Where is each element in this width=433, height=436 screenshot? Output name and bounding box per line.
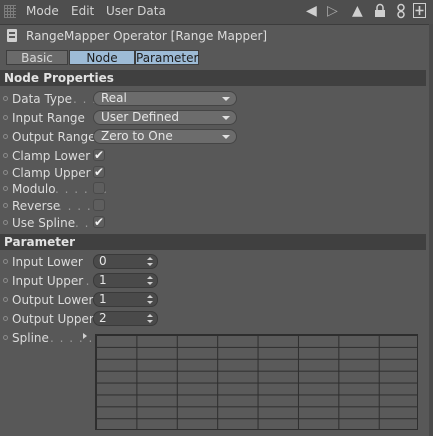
chevron-down-icon — [222, 116, 230, 120]
output-lower-value: 1 — [99, 292, 107, 306]
animation-dot-icon[interactable] — [3, 316, 8, 321]
spline-label: Spline — [12, 331, 49, 345]
output-upper-field[interactable]: 2 — [93, 311, 158, 326]
animation-dot-icon[interactable] — [3, 220, 8, 225]
lock-icon[interactable] — [374, 3, 386, 22]
chevron-down-icon — [222, 97, 230, 101]
menu-edit[interactable]: Edit — [71, 4, 94, 18]
tab-node[interactable]: Node — [69, 50, 135, 65]
stepper-arrows-icon[interactable] — [147, 257, 153, 267]
output-upper-value: 2 — [99, 311, 107, 325]
panel-scrollbar[interactable] — [429, 24, 433, 436]
back-arrow-icon[interactable]: ◀ — [306, 3, 317, 19]
label-leader-dots: . . — [76, 274, 91, 288]
output-lower-label: Output Lower — [12, 293, 94, 307]
animation-dot-icon[interactable] — [3, 96, 8, 101]
data-type-dropdown[interactable]: Real — [93, 91, 237, 106]
use-spline-label: Use Spline — [12, 216, 76, 230]
reverse-row: Reverse . . . . . — [0, 197, 430, 215]
spline-editor-grid[interactable] — [95, 334, 418, 430]
tab-parameter[interactable]: Parameter — [135, 50, 199, 65]
stepper-arrows-icon[interactable] — [147, 276, 153, 286]
link-icon[interactable] — [396, 3, 406, 23]
output-range-row: Output Range Zero to One — [0, 128, 430, 146]
input-lower-field[interactable]: 0 — [93, 254, 158, 269]
stepper-arrows-icon[interactable] — [147, 314, 153, 324]
input-upper-field[interactable]: 1 — [93, 273, 158, 288]
animation-dot-icon[interactable] — [3, 203, 8, 208]
animation-dot-icon[interactable] — [3, 170, 8, 175]
animation-dot-icon[interactable] — [3, 153, 8, 158]
title-row: RangeMapper Operator [Range Mapper] — [0, 26, 433, 46]
input-upper-value: 1 — [99, 273, 107, 287]
modulo-row: Modulo . . . . . . — [0, 180, 430, 198]
input-upper-row: Input Upper . . 1 — [0, 272, 430, 290]
grip-handle-icon[interactable] — [4, 5, 16, 18]
tab-basic[interactable]: Basic — [6, 50, 68, 65]
reverse-checkbox[interactable] — [93, 199, 105, 211]
animation-dot-icon[interactable] — [3, 297, 8, 302]
input-range-label: Input Range — [12, 111, 85, 125]
data-type-value: Real — [101, 91, 127, 105]
input-range-dropdown[interactable]: User Defined — [93, 110, 237, 125]
menu-user-data[interactable]: User Data — [106, 4, 166, 18]
output-upper-label: Output Upper — [12, 312, 94, 326]
operator-icon — [7, 29, 17, 42]
input-range-value: User Defined — [101, 110, 179, 124]
node-properties-header: Node Properties — [0, 70, 426, 86]
output-range-dropdown[interactable]: Zero to One — [93, 129, 237, 144]
input-upper-label: Input Upper — [12, 274, 84, 288]
animation-dot-icon[interactable] — [3, 259, 8, 264]
reverse-label: Reverse — [12, 199, 61, 213]
parameter-header: Parameter — [0, 234, 426, 250]
output-lower-field[interactable]: 1 — [93, 292, 158, 307]
output-lower-row: Output Lower 1 — [0, 291, 430, 309]
animation-dot-icon[interactable] — [3, 134, 8, 139]
add-icon[interactable] — [413, 3, 426, 22]
input-lower-row: Input Lower 0 — [0, 253, 430, 271]
animation-dot-icon[interactable] — [3, 115, 8, 120]
animation-dot-icon[interactable] — [3, 335, 8, 340]
clamp-lower-label: Clamp Lower — [12, 149, 91, 163]
input-lower-value: 0 — [99, 254, 107, 268]
input-range-row: Input Range User Defined — [0, 109, 430, 127]
chevron-down-icon — [222, 135, 230, 139]
label-leader-dots: . . — [75, 216, 90, 230]
output-range-value: Zero to One — [101, 129, 173, 143]
data-type-row: Data Type . . . Real — [0, 90, 430, 108]
clamp-lower-row: Clamp Lower ✔ — [0, 147, 430, 165]
menu-bar: Mode Edit User Data ◀ ▷ ▲ — [0, 0, 433, 25]
menu-mode[interactable]: Mode — [26, 4, 59, 18]
output-upper-row: Output Upper 2 — [0, 310, 430, 328]
expand-arrow-icon[interactable] — [83, 333, 87, 339]
stepper-arrows-icon[interactable] — [147, 295, 153, 305]
up-arrow-icon[interactable]: ▲ — [352, 3, 363, 19]
operator-title: RangeMapper Operator [Range Mapper] — [26, 29, 268, 43]
modulo-label: Modulo — [12, 182, 56, 196]
input-lower-label: Input Lower — [12, 255, 83, 269]
clamp-upper-checkbox[interactable]: ✔ — [93, 166, 105, 178]
animation-dot-icon[interactable] — [3, 186, 8, 191]
clamp-upper-label: Clamp Upper — [12, 166, 91, 180]
clamp-lower-checkbox[interactable]: ✔ — [93, 149, 105, 161]
animation-dot-icon[interactable] — [3, 278, 8, 283]
output-range-label: Output Range — [12, 130, 96, 144]
forward-arrow-icon[interactable]: ▷ — [327, 3, 338, 19]
modulo-checkbox[interactable] — [93, 182, 105, 194]
use-spline-row: Use Spline . . ✔ — [0, 214, 430, 232]
data-type-label: Data Type — [12, 92, 73, 106]
use-spline-checkbox[interactable]: ✔ — [93, 216, 105, 228]
